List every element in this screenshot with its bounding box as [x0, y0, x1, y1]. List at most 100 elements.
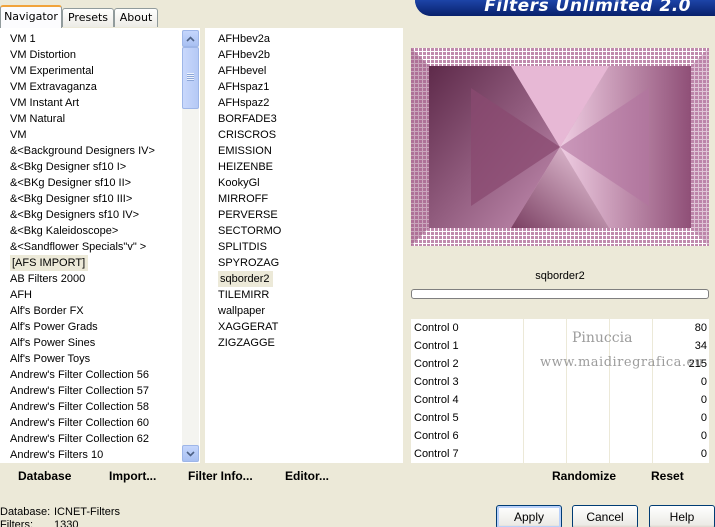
category-list[interactable]: VM 1 VM Distortion VM Experimental VM Extra…: [8, 31, 183, 463]
category-item[interactable]: Alf's Power Sines: [8, 335, 183, 351]
control-row[interactable]: Control 7 0: [411, 445, 709, 463]
category-item[interactable]: Alf's Power Grads: [8, 319, 183, 335]
filter-label: AFHbevel: [218, 65, 267, 77]
help-button[interactable]: Help: [649, 505, 715, 527]
control-slider[interactable]: [481, 337, 675, 355]
control-slider[interactable]: [481, 319, 675, 337]
database-button[interactable]: Database: [18, 469, 71, 483]
category-label: VM Distortion: [10, 49, 77, 61]
category-label: VM Natural: [10, 113, 66, 125]
filter-item[interactable]: SECTORMO: [216, 223, 386, 239]
category-item[interactable]: VM Extravaganza: [8, 79, 183, 95]
category-scrollbar[interactable]: [182, 30, 199, 462]
filter-item[interactable]: SPYROZAG: [216, 255, 386, 271]
category-item[interactable]: &<Bkg Kaleidoscope>: [8, 223, 183, 239]
control-label: Control 1: [414, 340, 459, 352]
filter-item[interactable]: MIRROFF: [216, 191, 386, 207]
filter-item[interactable]: AFHspaz2: [216, 95, 386, 111]
filter-item[interactable]: AFHbev2a: [216, 31, 386, 47]
control-row[interactable]: Control 4 0: [411, 391, 709, 409]
filter-label: SPYROZAG: [218, 257, 280, 269]
category-item[interactable]: &<Background Designers IV>: [8, 143, 183, 159]
filter-item[interactable]: TILEMIRR: [216, 287, 386, 303]
filter-label: SECTORMO: [218, 225, 282, 237]
category-item[interactable]: VM 1: [8, 31, 183, 47]
category-item[interactable]: Andrew's Filter Collection 60: [8, 415, 183, 431]
category-label: Alf's Power Sines: [10, 337, 96, 349]
control-label: Control 7: [414, 448, 459, 460]
scroll-up-button[interactable]: [182, 30, 199, 47]
category-label: &<BKg Designer sf10 II>: [10, 177, 132, 189]
filter-item[interactable]: BORFADE3: [216, 111, 386, 127]
tab-presets[interactable]: Presets: [62, 8, 114, 27]
control-slider[interactable]: [481, 391, 675, 409]
category-item[interactable]: Andrew's Filter Collection 57: [8, 383, 183, 399]
control-row[interactable]: Control 5 0: [411, 409, 709, 427]
category-item[interactable]: VM: [8, 127, 183, 143]
reset-button[interactable]: Reset: [651, 469, 684, 483]
category-item[interactable]: Andrew's Filter Collection 56: [8, 367, 183, 383]
control-row[interactable]: Control 3 0: [411, 373, 709, 391]
filter-item[interactable]: HEIZENBE: [216, 159, 386, 175]
editor-button[interactable]: Editor...: [285, 469, 329, 483]
filter-list[interactable]: AFHbev2a AFHbev2b AFHbevel AFHspaz1 AFHspaz2…: [216, 31, 386, 351]
category-item[interactable]: Alf's Border FX: [8, 303, 183, 319]
control-row[interactable]: Control 6 0: [411, 427, 709, 445]
category-item[interactable]: Alf's Power Toys: [8, 351, 183, 367]
category-label: VM Instant Art: [10, 97, 80, 109]
category-item[interactable]: &<Bkg Designers sf10 IV>: [8, 207, 183, 223]
category-item[interactable]: VM Natural: [8, 111, 183, 127]
category-item[interactable]: &<Sandflower Specials"v" >: [8, 239, 183, 255]
filter-label: MIRROFF: [218, 193, 269, 205]
filter-item[interactable]: PERVERSE: [216, 207, 386, 223]
category-item[interactable]: Andrew's Filters 10: [8, 447, 183, 463]
filter-info-button[interactable]: Filter Info...: [188, 469, 253, 483]
filter-item[interactable]: CRISCROS: [216, 127, 386, 143]
category-item[interactable]: &<Bkg Designer sf10 I>: [8, 159, 183, 175]
scroll-thumb[interactable]: [182, 47, 199, 109]
filter-label: HEIZENBE: [218, 161, 274, 173]
filter-item[interactable]: AFHspaz1: [216, 79, 386, 95]
filter-item[interactable]: XAGGERAT: [216, 319, 386, 335]
tab-about[interactable]: About: [114, 8, 158, 27]
category-label: [AFS IMPORT]: [10, 255, 89, 271]
category-item[interactable]: VM Experimental: [8, 63, 183, 79]
status-filters-label: Filters:: [0, 519, 33, 527]
category-item[interactable]: VM Distortion: [8, 47, 183, 63]
control-slider[interactable]: [481, 409, 675, 427]
import-button[interactable]: Import...: [109, 469, 156, 483]
control-slider[interactable]: [481, 355, 675, 373]
filter-item[interactable]: AFHbevel: [216, 63, 386, 79]
category-label: Andrew's Filter Collection 60: [10, 417, 150, 429]
filter-label: CRISCROS: [218, 129, 277, 141]
control-slider[interactable]: [481, 427, 675, 445]
filter-item[interactable]: EMISSION: [216, 143, 386, 159]
filter-item[interactable]: SPLITDIS: [216, 239, 386, 255]
filter-item[interactable]: sqborder2: [216, 271, 386, 287]
apply-button[interactable]: Apply: [496, 505, 562, 527]
category-item[interactable]: VM Instant Art: [8, 95, 183, 111]
control-row[interactable]: Control 2 215: [411, 355, 709, 373]
category-item[interactable]: &<BKg Designer sf10 II>: [8, 175, 183, 191]
control-row[interactable]: Control 1 34: [411, 337, 709, 355]
scroll-down-button[interactable]: [182, 445, 199, 462]
control-label: Control 2: [414, 358, 459, 370]
control-value: 0: [700, 394, 707, 406]
control-slider[interactable]: [481, 373, 675, 391]
category-item[interactable]: AB Filters 2000: [8, 271, 183, 287]
control-slider[interactable]: [481, 445, 675, 463]
category-item[interactable]: Andrew's Filter Collection 58: [8, 399, 183, 415]
control-row[interactable]: Control 0 80: [411, 319, 709, 337]
tab-navigator[interactable]: Navigator: [0, 5, 62, 28]
category-item[interactable]: AFH: [8, 287, 183, 303]
category-item[interactable]: &<Bkg Designer sf10 III>: [8, 191, 183, 207]
filter-item[interactable]: ZIGZAGGE: [216, 335, 386, 351]
cancel-button[interactable]: Cancel: [572, 505, 638, 527]
filter-item[interactable]: wallpaper: [216, 303, 386, 319]
category-item[interactable]: [AFS IMPORT]: [8, 255, 183, 271]
randomize-button[interactable]: Randomize: [552, 469, 616, 483]
category-label: AFH: [10, 289, 32, 301]
filter-item[interactable]: KookyGl: [216, 175, 386, 191]
filter-item[interactable]: AFHbev2b: [216, 47, 386, 63]
category-item[interactable]: Andrew's Filter Collection 62: [8, 431, 183, 447]
